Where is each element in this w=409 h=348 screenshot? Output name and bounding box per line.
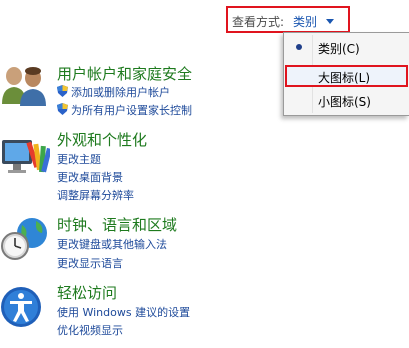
radio-bullet-icon [296, 44, 302, 50]
shield-icon [57, 85, 68, 97]
link-recommended-settings[interactable]: 使用 Windows 建议的设置 [57, 304, 190, 320]
users-icon [2, 67, 46, 106]
shield-icon [57, 103, 68, 115]
link-optimize-visual-display[interactable]: 优化视频显示 [57, 322, 123, 338]
appearance-icon [2, 140, 50, 173]
category-title[interactable]: 用户帐户和家庭安全 [57, 63, 192, 84]
category-title[interactable]: 外观和个性化 [57, 129, 147, 150]
category-title[interactable]: 轻松访问 [57, 282, 117, 303]
link-change-display-language[interactable]: 更改显示语言 [57, 255, 123, 271]
view-by-menu: 类别(C) 大图标(L) 小图标(S) [283, 32, 409, 116]
ease-of-access-icon [1, 287, 41, 327]
link-parental-controls[interactable]: 为所有用户设置家长控制 [71, 102, 192, 118]
link-adjust-resolution[interactable]: 调整屏幕分辨率 [57, 187, 134, 203]
view-by-control: 查看方式: 类别 [226, 6, 350, 33]
menu-item-small-icons[interactable]: 小图标(S) [285, 89, 408, 111]
category-title[interactable]: 时钟、语言和区域 [57, 214, 177, 235]
link-add-remove-accounts[interactable]: 添加或删除用户帐户 [71, 84, 170, 100]
menu-item-label: 小图标(S) [318, 95, 371, 109]
view-by-label: 查看方式: [232, 15, 285, 29]
chevron-down-icon[interactable] [326, 19, 334, 24]
menu-item-label: 类别(C) [318, 42, 360, 56]
link-change-theme[interactable]: 更改主题 [57, 151, 101, 167]
menu-item-category[interactable]: 类别(C) [285, 36, 408, 58]
link-change-input-method[interactable]: 更改键盘或其他输入法 [57, 236, 167, 252]
view-by-dropdown[interactable]: 类别 [293, 13, 317, 30]
clock-globe-icon [1, 218, 47, 260]
link-change-desktop-background[interactable]: 更改桌面背景 [57, 169, 123, 185]
menu-item-label: 大图标(L) [318, 71, 371, 85]
menu-item-large-icons[interactable]: 大图标(L) [285, 65, 408, 87]
